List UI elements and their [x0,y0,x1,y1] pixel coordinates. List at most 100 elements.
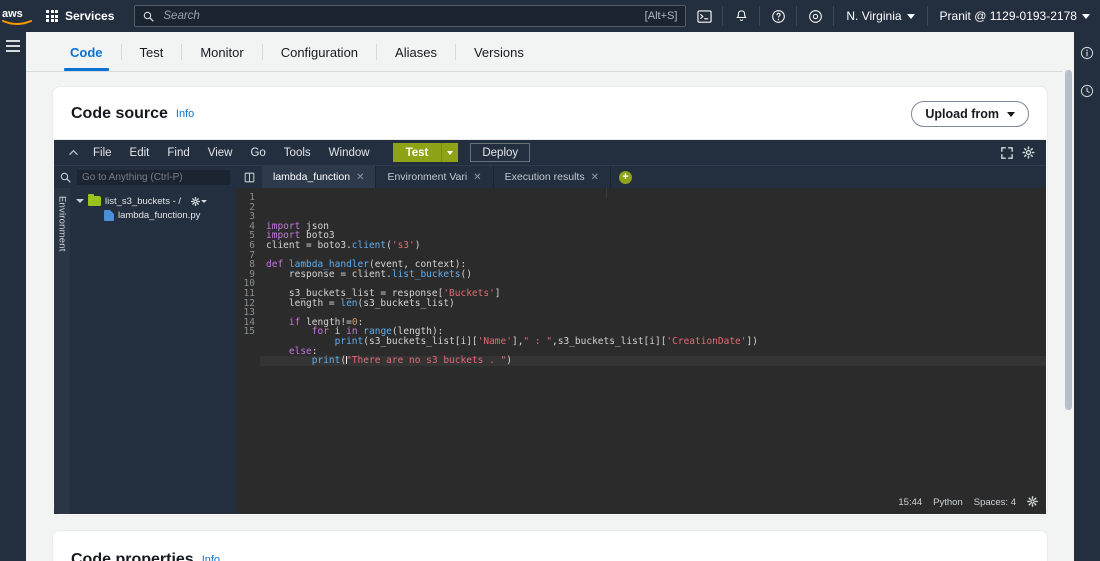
close-icon[interactable]: ✕ [591,172,599,183]
tab-label: Test [140,45,164,60]
code-token: 'CreationDate' [666,336,746,347]
svg-text:aws: aws [2,8,23,20]
column-guide [606,188,607,198]
environment-tab[interactable]: Environment [54,188,70,514]
menu-label: Edit [130,147,150,159]
top-navigation: aws Services [Alt+S] [0,0,1100,32]
code-token: len [340,298,357,309]
code-token: ) [415,240,421,251]
upload-from-button[interactable]: Upload from [911,101,1029,127]
status-language[interactable]: Python [933,498,963,508]
code-line[interactable]: length = len(s3_buckets_list) [266,299,1046,309]
split-view-icon[interactable] [236,172,262,183]
menu-tools[interactable]: Tools [275,140,320,166]
code-line[interactable]: import json [266,222,1046,232]
code-content[interactable]: import jsonimport boto3client = boto3.cl… [260,188,1046,514]
tab-label: Configuration [281,45,358,60]
ide-sidebar: Environment list_s3_buckets - / [54,166,236,514]
info-panel-icon[interactable] [1074,38,1100,68]
region-selector[interactable]: N. Virginia [834,0,926,32]
line-number: 15 [236,327,255,337]
aws-logo-icon[interactable]: aws [0,6,34,26]
global-search[interactable]: [Alt+S] [134,5,686,27]
tab-versions[interactable]: Versions [456,33,542,71]
code-line[interactable]: response = client.list_buckets() [266,270,1046,280]
code-token: () [460,269,471,280]
menu-go[interactable]: Go [241,140,274,166]
editor-tab-environment-variables[interactable]: Environment Vari ✕ [376,166,493,188]
account-label: Pranit @ 1129-0193-2178 [940,9,1077,23]
close-icon[interactable]: ✕ [473,172,481,183]
ide-menu-bar-right [1001,146,1046,159]
code-token: ,s3_buckets_list[i][ [552,336,666,347]
test-button[interactable]: Test [393,143,442,162]
chevron-down-icon[interactable] [76,199,84,203]
chevron-down-icon [907,14,915,19]
deploy-button[interactable]: Deploy [470,143,530,162]
add-tab-button[interactable]: + [619,171,632,184]
services-menu-button[interactable]: Services [34,0,126,32]
tab-label: Versions [474,45,524,60]
page-scrollbar[interactable] [1063,32,1074,561]
account-menu[interactable]: Pranit @ 1129-0193-2178 [928,0,1100,32]
test-dropdown-button[interactable] [441,143,458,162]
menu-window[interactable]: Window [320,140,379,166]
folder-settings-icon[interactable] [191,197,207,206]
tab-aliases[interactable]: Aliases [377,33,455,71]
history-panel-icon[interactable] [1074,76,1100,106]
menu-toggle-icon[interactable] [6,40,20,55]
code-line[interactable]: print("There are no s3 buckets . ") [260,356,1046,366]
code-editor[interactable]: 123456789101112131415 import jsonimport … [236,188,1046,514]
code-token: (s3_buckets_list[i][ [363,336,477,347]
chevron-down-icon [447,151,453,155]
menu-file[interactable]: File [84,140,121,166]
tab-code[interactable]: Code [52,33,121,71]
deploy-label: Deploy [482,147,518,159]
go-to-anything-input[interactable] [77,170,230,185]
editor-file-tabs: lambda_function ✕ Environment Vari ✕ Exe… [236,166,1046,188]
add-tab-label: + [622,172,628,183]
scrollbar-thumb[interactable] [1065,70,1072,410]
editor-settings-gear-icon[interactable] [1027,496,1038,510]
tree-row[interactable]: lambda_function.py [70,208,236,222]
menu-find[interactable]: Find [158,140,198,166]
left-rail [0,32,26,561]
editor-tab-label: Execution results [505,171,585,183]
status-time: 15:44 [898,498,922,508]
info-link[interactable]: Info [176,108,194,120]
upload-from-label: Upload from [925,107,999,121]
close-icon[interactable]: ✕ [356,172,364,183]
cloudshell-icon[interactable] [686,0,722,32]
tab-test[interactable]: Test [122,33,182,71]
tree-row[interactable]: list_s3_buckets - / [70,194,236,208]
tab-monitor[interactable]: Monitor [182,33,261,71]
editor-tab-lambda-function[interactable]: lambda_function ✕ [262,166,376,188]
info-link[interactable]: Info [202,554,220,561]
code-token: client = boto3. [266,240,352,251]
page-title: Code source [71,105,168,123]
bell-icon[interactable] [723,0,759,32]
menu-view[interactable]: View [199,140,242,166]
main-content: Code Test Monitor Configuration Aliases … [26,32,1074,561]
search-icon [143,11,154,22]
grid-icon [46,10,58,22]
editor-tab-label: lambda_function [273,171,350,183]
gear-icon[interactable] [1022,146,1035,159]
menu-edit[interactable]: Edit [121,140,159,166]
editor-tab-execution-results[interactable]: Execution results ✕ [494,166,611,188]
menu-label: Window [329,147,370,159]
code-source-panel: Code source Info Upload from File Edit F… [52,86,1048,516]
collapse-icon[interactable] [62,149,84,156]
code-line[interactable] [266,308,1046,318]
code-line[interactable]: client = boto3.client('s3') [266,241,1046,251]
tab-configuration[interactable]: Configuration [263,33,376,71]
tree-file-label: lambda_function.py [118,210,200,221]
code-token: 'Name' [478,336,512,347]
fullscreen-icon[interactable] [1001,147,1013,159]
status-indent[interactable]: Spaces: 4 [974,498,1016,508]
code-line[interactable]: print(s3_buckets_list[i]['Name']," : ",s… [266,337,1046,347]
help-icon[interactable] [760,0,796,32]
search-input[interactable] [161,9,637,23]
test-label: Test [406,147,429,159]
settings-icon[interactable] [797,0,833,32]
